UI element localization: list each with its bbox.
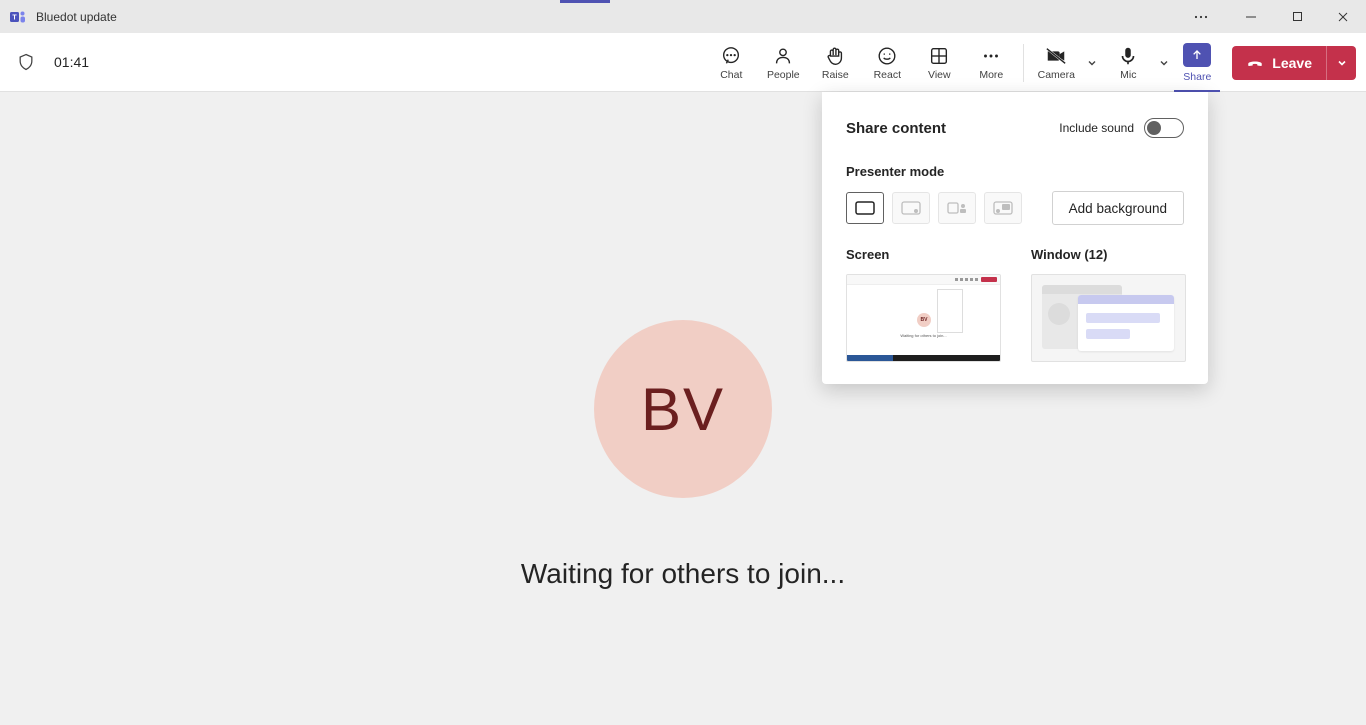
view-icon (928, 45, 950, 67)
include-sound-toggle[interactable] (1144, 118, 1184, 138)
waiting-text: Waiting for others to join... (521, 558, 845, 590)
leave-options-chevron[interactable] (1326, 46, 1356, 80)
presenter-mode-title: Presenter mode (846, 164, 1184, 179)
mic-icon (1117, 45, 1139, 67)
close-button[interactable] (1320, 0, 1366, 33)
screen-share-thumbnail[interactable]: BV Waiting for others to join... (846, 274, 1001, 362)
share-panel-title: Share content (846, 120, 946, 137)
people-icon (772, 45, 794, 67)
thumb-waiting-text: Waiting for others to join... (847, 333, 1000, 338)
toolbar-separator (1023, 44, 1024, 82)
include-sound-label: Include sound (1059, 121, 1134, 135)
window-title: Bluedot update (36, 10, 117, 24)
shield-icon[interactable] (16, 52, 36, 72)
camera-off-icon (1045, 45, 1067, 67)
mic-label: Mic (1120, 69, 1136, 81)
presenter-mode-content-only[interactable] (846, 192, 884, 224)
raise-label: Raise (822, 69, 849, 81)
react-icon (876, 45, 898, 67)
camera-button[interactable]: Camera (1030, 34, 1082, 92)
chat-button[interactable]: Chat (705, 34, 757, 92)
add-background-label: Add background (1069, 201, 1167, 216)
people-label: People (767, 69, 800, 81)
raise-hand-button[interactable]: Raise (809, 34, 861, 92)
window-section-title: Window (12) (1031, 247, 1186, 262)
share-icon (1183, 43, 1211, 67)
avatar-initials: BV (641, 375, 725, 444)
share-content-panel: Share content Include sound Presenter mo… (822, 92, 1208, 384)
thumb-avatar-initials: BV (917, 313, 931, 327)
raise-hand-icon (824, 45, 846, 67)
teams-app-icon: T (10, 9, 26, 25)
call-timer: 01:41 (54, 54, 89, 70)
more-button[interactable]: More (965, 34, 1017, 92)
share-label: Share (1183, 71, 1211, 83)
presenter-mode-reporter[interactable] (984, 192, 1022, 224)
view-label: View (928, 69, 951, 81)
screen-section-title: Screen (846, 247, 1001, 262)
svg-text:T: T (12, 14, 17, 21)
participant-avatar: BV (594, 320, 772, 498)
add-background-button[interactable]: Add background (1052, 191, 1184, 225)
toggle-knob (1147, 121, 1161, 135)
window-controls (1194, 0, 1366, 33)
mic-button[interactable]: Mic (1102, 34, 1154, 92)
minimize-button[interactable] (1228, 0, 1274, 33)
react-label: React (874, 69, 901, 81)
camera-label: Camera (1038, 69, 1075, 81)
mic-options-chevron[interactable] (1154, 34, 1174, 92)
window-share-thumbnail[interactable] (1031, 274, 1186, 362)
leave-label: Leave (1272, 55, 1312, 71)
more-icon (980, 45, 1002, 67)
titlebar: T Bluedot update (0, 0, 1366, 33)
presenter-mode-side-by-side[interactable] (938, 192, 976, 224)
chat-icon (720, 45, 742, 67)
maximize-button[interactable] (1274, 0, 1320, 33)
share-button[interactable]: Share (1174, 34, 1220, 92)
phone-hangup-icon (1246, 54, 1264, 72)
react-button[interactable]: React (861, 34, 913, 92)
camera-options-chevron[interactable] (1082, 34, 1102, 92)
tab-indicator (560, 0, 610, 3)
chat-label: Chat (720, 69, 742, 81)
leave-button[interactable]: Leave (1232, 46, 1326, 80)
meeting-toolbar: 01:41 Chat People Raise React (0, 33, 1366, 92)
more-label: More (979, 69, 1003, 81)
view-button[interactable]: View (913, 34, 965, 92)
presenter-mode-standout[interactable] (892, 192, 930, 224)
people-button[interactable]: People (757, 34, 809, 92)
more-window-options[interactable] (1194, 10, 1208, 24)
